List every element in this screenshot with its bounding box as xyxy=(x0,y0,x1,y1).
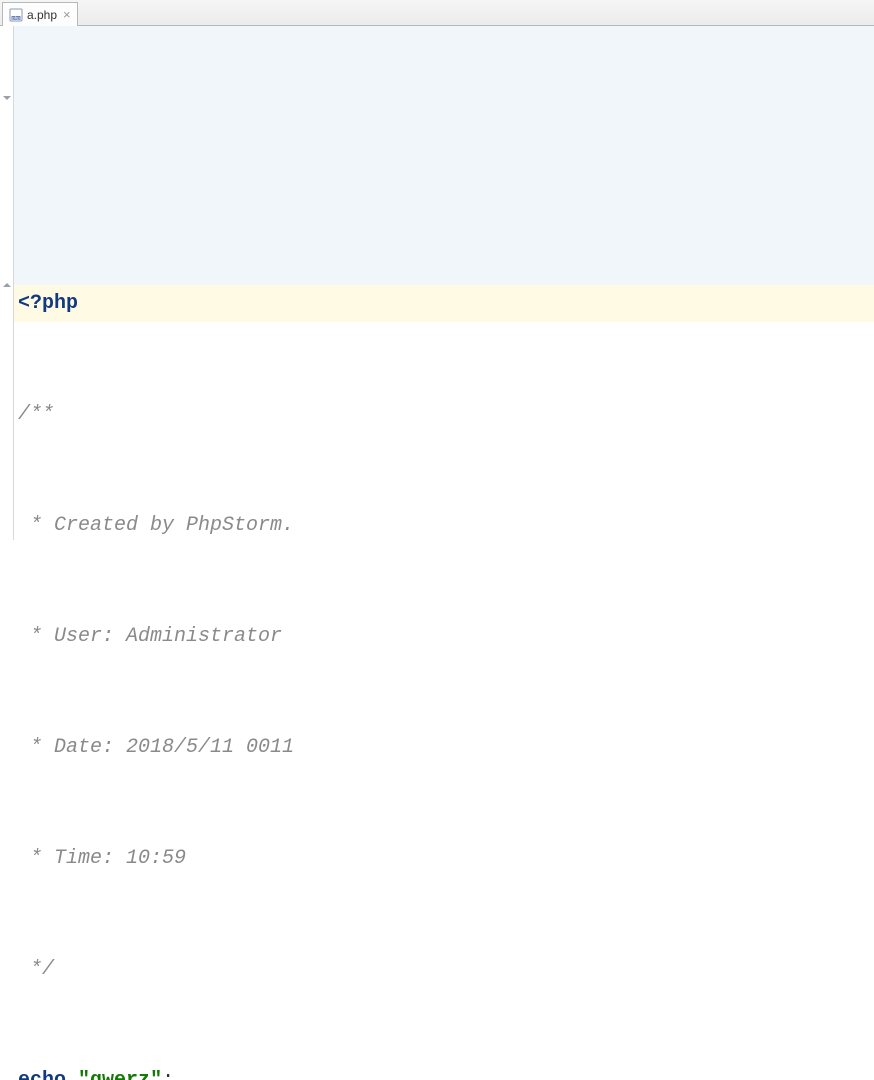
editor: <?php /** * Created by PhpStorm. * User:… xyxy=(0,26,874,540)
code-lines: <?php /** * Created by PhpStorm. * User:… xyxy=(14,211,874,1080)
tab-label: a.php xyxy=(27,8,57,22)
comment-text: /** xyxy=(18,403,54,426)
code-line: * Created by PhpStorm. xyxy=(18,507,874,544)
comment-text: * Time: 10:59 xyxy=(18,847,186,870)
code-line: * Time: 10:59 xyxy=(18,840,874,877)
string-quote-close: " xyxy=(150,1069,162,1080)
space xyxy=(66,1069,78,1080)
fold-toggle-close-icon[interactable] xyxy=(1,278,13,290)
fold-toggle-open-icon[interactable] xyxy=(1,93,13,105)
code-line: /** xyxy=(18,396,874,433)
tab-bar: php a.php × xyxy=(0,0,874,26)
code-line: * User: Administrator xyxy=(18,618,874,655)
string-body: qwerz xyxy=(90,1069,150,1080)
string-quote-open: " xyxy=(78,1069,90,1080)
svg-text:php: php xyxy=(12,15,20,20)
close-icon[interactable]: × xyxy=(63,8,71,21)
code-line: */ xyxy=(18,951,874,988)
php-file-icon: php xyxy=(9,8,23,22)
gutter xyxy=(0,26,14,540)
code-line: <?php xyxy=(18,285,874,322)
comment-text: * User: Administrator xyxy=(18,625,282,648)
code-area[interactable]: <?php /** * Created by PhpStorm. * User:… xyxy=(14,26,874,540)
comment-text: * Date: 2018/5/11 0011 xyxy=(18,736,294,759)
code-line: echo "qwerz"; xyxy=(18,1062,874,1080)
php-open-tag: <?php xyxy=(18,292,78,315)
code-line: * Date: 2018/5/11 0011 xyxy=(18,729,874,766)
semicolon: ; xyxy=(162,1069,174,1080)
keyword-echo: echo xyxy=(18,1069,66,1080)
comment-text: * Created by PhpStorm. xyxy=(18,514,294,537)
tab-a-php[interactable]: php a.php × xyxy=(2,2,78,26)
comment-text: */ xyxy=(18,958,54,981)
